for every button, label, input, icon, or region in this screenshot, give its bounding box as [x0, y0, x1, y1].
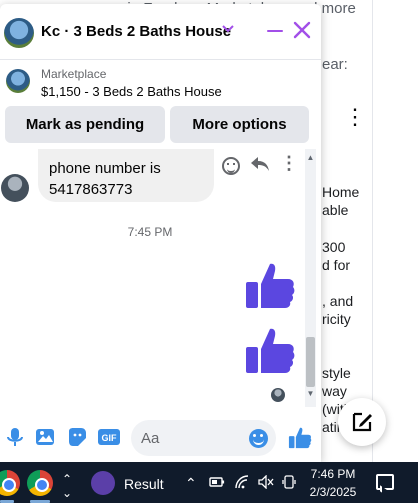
sender-avatar[interactable]	[1, 174, 29, 202]
background-ear-text: ear:	[322, 56, 348, 73]
windows-taskbar: ⌃ ⌄ Result ⌃ 7:46 PM 2/3/2025	[0, 462, 418, 503]
background-side-text: d for	[322, 257, 351, 273]
new-message-button[interactable]	[338, 398, 386, 446]
background-side-text: style	[322, 365, 351, 381]
battery-icon[interactable]	[209, 475, 225, 491]
scroll-up-arrow[interactable]: ▲	[305, 153, 316, 162]
message-list: phone number is 5417863773 ⋮ 7:45 PM ▲ ▼	[0, 149, 321, 407]
minimize-button[interactable]	[266, 22, 284, 40]
background-divider	[372, 0, 373, 462]
background-side-text: 300	[322, 239, 346, 255]
gif-icon[interactable]: GIF	[97, 426, 121, 448]
message-line: 5417863773	[49, 181, 133, 198]
taskbar-clock-date[interactable]: 2/3/2025	[306, 485, 360, 499]
taskbar-clock-time[interactable]: 7:46 PM	[310, 467, 356, 481]
chat-window: Kc · 3 Beds 2 Baths House Marketplace $1…	[0, 4, 321, 462]
result-app-icon[interactable]	[91, 471, 115, 495]
chevron-down-icon[interactable]	[222, 21, 234, 37]
reply-icon[interactable]	[250, 155, 270, 179]
message-composer: GIF Aa	[0, 414, 321, 462]
background-side-text: able	[322, 202, 349, 218]
listing-price-title: $1,150 - 3 Beds 2 Baths House	[41, 84, 222, 99]
microphone-icon[interactable]	[4, 426, 26, 448]
listing-summary[interactable]: Marketplace $1,150 - 3 Beds 2 Baths Hous…	[0, 61, 321, 111]
photo-icon[interactable]	[34, 426, 56, 448]
scrollbar-thumb[interactable]	[306, 337, 315, 387]
more-options-button[interactable]: More options	[170, 106, 309, 143]
conversation-title[interactable]: Kc · 3 Beds 2 Baths House	[41, 23, 231, 40]
notification-icon[interactable]	[376, 474, 394, 490]
listing-thumbnail	[6, 69, 30, 93]
svg-text:GIF: GIF	[102, 433, 118, 443]
background-side-text: Home	[322, 184, 360, 200]
seen-indicator-avatar	[271, 388, 285, 402]
mark-as-pending-button[interactable]: Mark as pending	[5, 106, 165, 143]
volume-muted-icon[interactable]	[258, 474, 274, 492]
chat-header: Kc · 3 Beds 2 Baths House	[0, 4, 321, 60]
background-side-text: , and	[322, 293, 354, 309]
compose-icon	[352, 412, 372, 432]
chrome-icon[interactable]	[0, 470, 20, 496]
message-input[interactable]: Aa	[131, 420, 276, 456]
tray-overflow-icon[interactable]: ⌃	[185, 475, 197, 492]
wifi-icon[interactable]	[234, 475, 252, 492]
message-more-icon[interactable]: ⋮	[280, 153, 298, 174]
result-app-label[interactable]: Result	[124, 476, 164, 492]
conversation-avatar[interactable]	[2, 16, 36, 50]
react-icon[interactable]	[222, 157, 240, 175]
chrome-icon[interactable]	[27, 470, 53, 496]
emoji-icon[interactable]	[249, 429, 268, 448]
message-text: phone number is 5417863773	[49, 158, 209, 200]
message-input-placeholder: Aa	[141, 430, 160, 447]
chevron-up-icon[interactable]: ⌃	[62, 472, 72, 486]
like-icon	[244, 325, 296, 377]
like-send-icon[interactable]	[288, 426, 312, 449]
message-line: phone number is	[49, 160, 161, 177]
like-icon	[244, 260, 296, 312]
chevron-down-icon[interactable]: ⌄	[62, 486, 72, 500]
listing-source-label: Marketplace	[41, 67, 107, 81]
sticker-icon[interactable]	[66, 426, 88, 448]
background-side-text: ricity	[322, 311, 351, 327]
close-button[interactable]	[292, 21, 312, 41]
scroll-down-arrow[interactable]: ▼	[305, 389, 316, 398]
phone-link-icon[interactable]	[282, 475, 296, 492]
message-timestamp: 7:45 PM	[127, 225, 173, 239]
more-options-icon[interactable]: ⋮	[344, 104, 366, 130]
